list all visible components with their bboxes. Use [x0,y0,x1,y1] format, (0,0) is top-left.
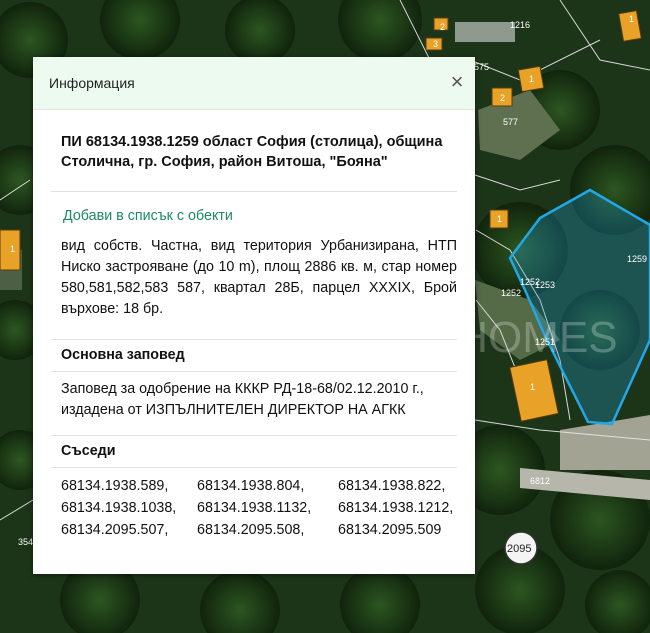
order-text: Заповед за одобрение на КККР РД-18-68/02… [61,381,424,418]
neighbors-list: 68134.1938.589, 68134.1938.804, 68134.19… [61,475,457,541]
svg-text:577: 577 [503,117,518,127]
neighbor-item: 68134.1938.1038, [61,500,177,516]
neighbor-item: 68134.1938.1132, [197,500,312,516]
svg-text:2: 2 [440,22,445,32]
neighbor-item: 68134.1938.804, [197,478,305,494]
svg-text:1259: 1259 [627,254,647,264]
divider [51,191,457,192]
neighbor-item: 68134.2095.509 [338,522,442,538]
info-popup: Информация × ПИ 68134.1938.1259 област С… [33,57,475,574]
divider [51,467,457,468]
svg-text:1: 1 [10,244,15,254]
svg-text:1216: 1216 [510,20,530,30]
svg-text:2: 2 [500,93,505,103]
close-icon[interactable]: × [447,71,467,94]
add-to-list-link[interactable]: Добави в списък с обекти [63,208,233,224]
neighbors-heading: Съседи [61,443,116,459]
svg-text:3: 3 [433,39,438,49]
parcel-title: ПИ 68134.1938.1259 област София (столица… [61,134,443,170]
road-number-badge: 2095 [504,531,538,565]
popup-header: Информация × [33,57,475,110]
svg-text:6812: 6812 [530,476,550,486]
neighbor-item: 68134.1938.589, [61,478,169,494]
popup-title: Информация [49,75,135,91]
svg-text:1: 1 [629,14,634,24]
neighbor-item: 68134.1938.1212, [338,500,454,516]
divider [51,435,457,436]
svg-text:354: 354 [18,537,33,547]
order-heading: Основна заповед [61,347,185,363]
svg-text:575: 575 [474,62,489,72]
svg-text:1252: 1252 [501,288,521,298]
neighbor-item: 68134.1938.822, [338,478,446,494]
divider [51,371,457,372]
svg-text:1: 1 [530,382,535,392]
neighbor-item: 68134.2095.507, [61,522,169,538]
neighbor-item: 68134.2095.508, [197,522,305,538]
parcel-description: вид собств. Частна, вид територия Урбани… [61,238,457,317]
svg-text:2095: 2095 [507,543,531,555]
svg-text:1: 1 [497,214,502,224]
divider [51,339,457,340]
svg-text:1: 1 [529,74,534,84]
svg-text:1253: 1253 [535,280,555,290]
